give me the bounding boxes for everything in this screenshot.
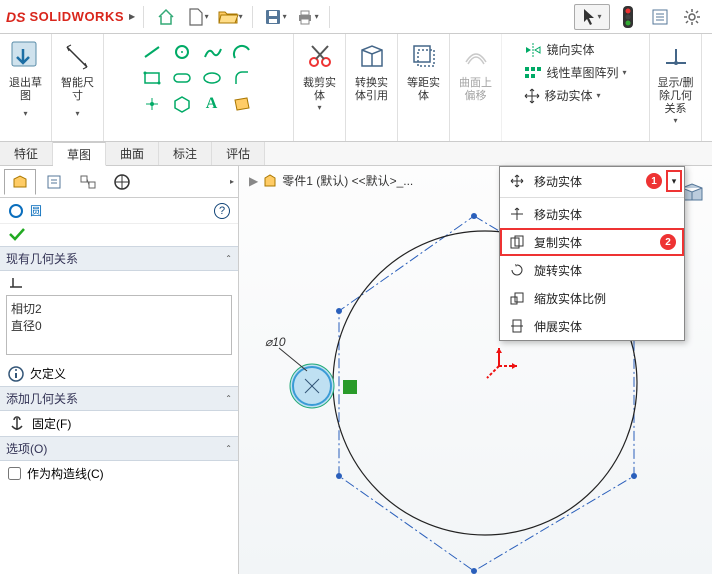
section-existing-relations[interactable]: 现有几何关系⌃	[0, 246, 238, 271]
new-button[interactable]: ▾	[184, 4, 212, 30]
panel-tabs: ▸	[0, 166, 238, 198]
relations-list[interactable]: 相切2 直径0	[6, 295, 232, 355]
sketch-tools-group: A	[104, 34, 294, 141]
cursor-button[interactable]: ▾	[574, 4, 610, 30]
panel-tab-appearance[interactable]	[106, 169, 138, 195]
display-relations-button[interactable]: 显示/删 除几何 关系 ▾	[650, 34, 702, 141]
trim-button[interactable]: 裁剪实 体 ▾	[294, 34, 346, 141]
underdefined-status: 欠定义	[0, 361, 238, 386]
workspace: ▸ 圆 ? 现有几何关系⌃ 相切2 直径0 欠定义 添加几何关系⌃ 固定(	[0, 166, 712, 574]
logo-dropdown[interactable]: ▶	[129, 12, 135, 21]
dimension-label[interactable]: ⌀10	[265, 335, 286, 349]
badge-2: 2	[660, 234, 676, 250]
open-button[interactable]: ▾	[216, 4, 244, 30]
menu-label: 复制实体	[534, 234, 582, 251]
panel-header: 圆 ?	[0, 198, 238, 224]
arc-tool[interactable]	[230, 41, 254, 63]
panel-tabs-overflow[interactable]: ▸	[230, 177, 234, 186]
save-button[interactable]: ▾	[261, 4, 289, 30]
linear-pattern-button[interactable]: 线性草图阵列▾	[524, 64, 626, 81]
relation-item[interactable]: 相切2	[11, 300, 227, 317]
relation-item[interactable]: 直径0	[11, 317, 227, 334]
tab-sketch[interactable]: 草图	[53, 142, 106, 166]
panel-tab-config[interactable]	[72, 169, 104, 195]
fix-relation-button[interactable]: 固定(F)	[0, 411, 238, 436]
badge-1: 1	[646, 173, 662, 189]
circle-icon	[8, 203, 24, 219]
circle-tool[interactable]	[170, 41, 194, 63]
property-panel: ▸ 圆 ? 现有几何关系⌃ 相切2 直径0 欠定义 添加几何关系⌃ 固定(	[0, 166, 239, 574]
anchor-icon	[8, 416, 26, 432]
mirror-button[interactable]: 镜向实体	[524, 41, 626, 58]
text-tool[interactable]: A	[200, 93, 224, 115]
plane-tool[interactable]	[230, 93, 254, 115]
construction-checkbox[interactable]	[8, 467, 21, 480]
relation-icon	[8, 275, 24, 289]
app-name: SOLIDWORKS	[29, 9, 124, 24]
origin-triad-icon	[479, 346, 519, 386]
scale-icon	[508, 289, 526, 307]
ok-check-icon[interactable]	[8, 226, 26, 242]
menu-rotate-entity[interactable]: 旋转实体	[500, 256, 684, 284]
menu-label: 缩放实体比例	[534, 290, 606, 307]
confirm-row	[0, 224, 238, 246]
print-button[interactable]: ▾	[293, 4, 321, 30]
help-icon[interactable]: ?	[214, 203, 230, 219]
panel-title: 圆	[30, 202, 42, 219]
menu-label: 移动实体	[534, 173, 582, 190]
menu-scale-entity[interactable]: 缩放实体比例	[500, 284, 684, 312]
section-options[interactable]: 选项(O)⌃	[0, 436, 238, 461]
move-entity-button[interactable]: 移动实体▾	[524, 87, 626, 104]
smart-dimension-button[interactable]: 智能尺 寸 ▾	[52, 34, 104, 141]
curve-offset-button[interactable]: 曲面上 偏移	[450, 34, 502, 141]
offset-button[interactable]: 等距实 体	[398, 34, 450, 141]
menu-stretch-entity[interactable]: 伸展实体	[500, 312, 684, 340]
copy-icon	[508, 233, 526, 251]
fillet-tool[interactable]	[230, 67, 254, 89]
point-tool[interactable]	[140, 93, 164, 115]
panel-tab-properties[interactable]	[38, 169, 70, 195]
exit-sketch-button[interactable]: 退出草 图 ▾	[0, 34, 52, 141]
canvas[interactable]: ▶ 零件1 (默认) <<默认>_... ⌀10	[239, 166, 712, 574]
menu-split-dropdown[interactable]: ▾	[666, 170, 682, 192]
menu-copy-entity[interactable]: 复制实体 2	[500, 228, 684, 256]
slot-tool[interactable]	[170, 67, 194, 89]
move-icon	[508, 205, 526, 223]
section-add-relations[interactable]: 添加几何关系⌃	[0, 386, 238, 411]
stretch-icon	[508, 317, 526, 335]
tab-surfaces[interactable]: 曲面	[106, 142, 159, 165]
menu-move-entity-header[interactable]: 移动实体 1 ▾	[500, 167, 684, 195]
spline-tool[interactable]	[200, 41, 224, 63]
titlebar: DS SOLIDWORKS ▶ ▾ ▾ ▾ ▾ ▾	[0, 0, 712, 34]
list-button[interactable]	[646, 4, 674, 30]
menu-label: 旋转实体	[534, 262, 582, 279]
ellipse-tool[interactable]	[200, 67, 224, 89]
menu-label: 伸展实体	[534, 318, 582, 335]
construction-checkbox-row[interactable]: 作为构造线(C)	[0, 461, 238, 486]
home-button[interactable]	[152, 4, 180, 30]
convert-button[interactable]: 转换实 体引用	[346, 34, 398, 141]
settings-button[interactable]	[678, 4, 706, 30]
move-entity-menu: 移动实体 1 ▾ 移动实体 复制实体 2 旋转实体 缩放实体比例	[499, 166, 685, 341]
ribbon: 退出草 图 ▾ 智能尺 寸 ▾ A 裁剪实 体 ▾ 转换实 体引用	[0, 34, 712, 142]
tab-evaluate[interactable]: 评估	[212, 142, 265, 165]
panel-tab-feature[interactable]	[4, 169, 36, 195]
tab-features[interactable]: 特征	[0, 142, 53, 165]
polygon-tool[interactable]	[170, 93, 194, 115]
logo-ds: DS	[6, 9, 25, 25]
line-tool[interactable]	[140, 41, 164, 63]
modify-group: 镜向实体 线性草图阵列▾ 移动实体▾	[502, 34, 650, 141]
rotate-icon	[508, 261, 526, 279]
tab-annotate[interactable]: 标注	[159, 142, 212, 165]
info-icon	[8, 366, 24, 382]
menu-move-entity[interactable]: 移动实体	[500, 200, 684, 228]
rect-tool[interactable]	[140, 67, 164, 89]
ribbon-tabs: 特征 草图 曲面 标注 评估	[0, 142, 712, 166]
move-icon	[508, 172, 526, 190]
traffic-light-icon[interactable]	[614, 4, 642, 30]
menu-label: 移动实体	[534, 206, 582, 223]
